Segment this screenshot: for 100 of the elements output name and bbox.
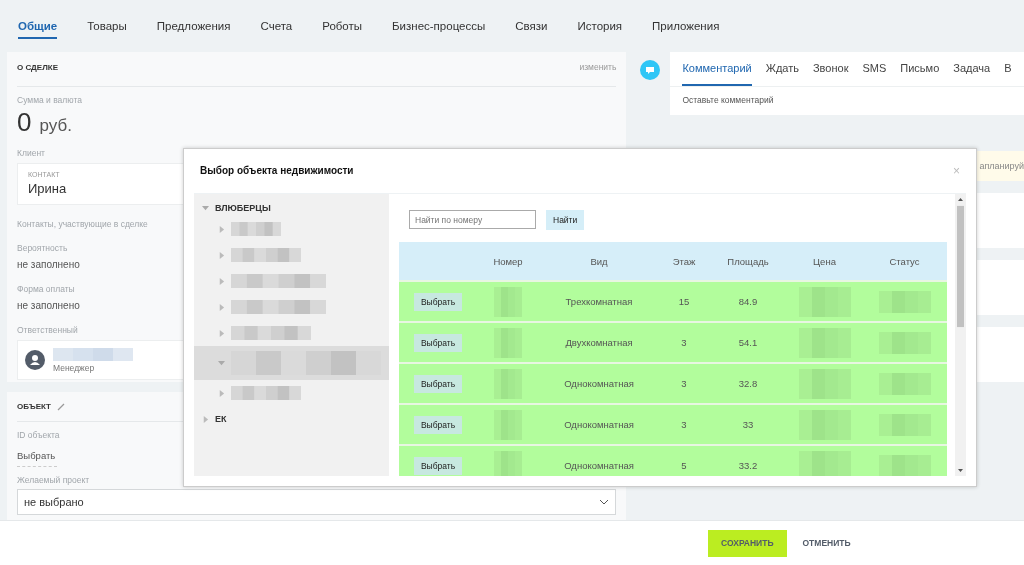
search-field[interactable]: Найти по номеру: [409, 210, 536, 229]
chevron-down-icon: [599, 499, 610, 505]
find-button[interactable]: Найти: [546, 210, 585, 230]
user-avatar-icon: [25, 350, 45, 370]
pixelated-block: [878, 331, 931, 354]
amount: 0: [17, 107, 32, 138]
table-cell: 15: [659, 280, 709, 321]
table-cell: 3: [659, 403, 709, 444]
tab[interactable]: Звонок: [812, 52, 849, 86]
collapse-arrow-icon[interactable]: [202, 204, 209, 212]
collapse-arrow-icon[interactable]: [218, 359, 225, 367]
column-header: Этаж: [659, 242, 709, 280]
field-label: Клиент: [17, 148, 45, 158]
tab[interactable]: Бизнес-процессы: [392, 13, 486, 39]
pixelated-block: [878, 372, 931, 395]
pixelated-block: [231, 222, 281, 236]
selected-tree-row[interactable]: [194, 346, 389, 380]
expand-arrow-icon[interactable]: [218, 225, 225, 233]
field-label: Ответственный: [17, 325, 78, 335]
tab[interactable]: Задача: [953, 52, 991, 86]
table-cell: Двухкомнатная: [539, 321, 659, 362]
tab[interactable]: Ждать: [765, 52, 799, 86]
section-title: О СДЕЛКЕ: [17, 62, 58, 72]
tab[interactable]: Предложения: [156, 13, 231, 39]
tab[interactable]: Товары: [87, 13, 127, 39]
table-cell: 5: [659, 444, 709, 476]
field-label: ID объекта: [17, 430, 60, 440]
table-cell: 84.9: [709, 280, 787, 321]
pixelated-block: [231, 386, 301, 400]
select-button[interactable]: Выбрать: [413, 456, 463, 475]
column-header: Площадь: [709, 242, 787, 280]
expand-arrow-icon[interactable]: [218, 389, 225, 397]
tab[interactable]: Роботы: [322, 13, 363, 39]
pencil-icon[interactable]: [56, 402, 65, 411]
scrollbar[interactable]: [955, 194, 966, 476]
currency: руб.: [39, 116, 72, 136]
select-button[interactable]: Выбрать: [413, 333, 463, 352]
pixelated-block: [494, 450, 522, 476]
pixelated-block: [878, 454, 931, 476]
column-header: Статус: [862, 242, 947, 280]
tree-item[interactable]: ЕК: [215, 414, 227, 424]
select-link[interactable]: Выбрать: [17, 450, 57, 467]
tree-item[interactable]: ВЛЮБЕРЦЫ: [215, 203, 271, 213]
select-button[interactable]: Выбрать: [413, 374, 463, 393]
pixelated-block: [878, 290, 931, 313]
field-value: не заполнено: [17, 300, 80, 311]
table-cell: Трехкомнатная: [539, 280, 659, 321]
tab[interactable]: Письмо: [900, 52, 940, 86]
column-header: Вид: [539, 242, 659, 280]
tab[interactable]: Комментарий: [682, 52, 752, 86]
select-button[interactable]: Выбрать: [413, 415, 463, 434]
pixelated-block: [798, 286, 851, 317]
comment-icon: [640, 60, 661, 80]
tab[interactable]: История: [577, 13, 623, 39]
column-header: Цена: [787, 242, 862, 280]
pixelated-block: [798, 368, 851, 399]
tab[interactable]: SMS: [862, 52, 887, 86]
expand-arrow-icon[interactable]: [218, 251, 225, 259]
pixelated-block: [798, 409, 851, 440]
table-cell: Однокомнатная: [539, 362, 659, 403]
pixelated-block: [798, 450, 851, 476]
pixelated-block: [494, 368, 522, 399]
table-cell: 3: [659, 321, 709, 362]
dialog-title: Выбор объекта недвижимости: [200, 165, 354, 176]
pixelated-block: [798, 327, 851, 358]
tab[interactable]: Приложения: [652, 13, 720, 39]
expand-arrow-icon[interactable]: [202, 415, 209, 423]
pixelated-block: [494, 327, 522, 358]
field-label: Вероятность: [17, 243, 68, 253]
field-label: Форма оплаты: [17, 284, 75, 294]
pixelated-block: [494, 286, 522, 317]
tab[interactable]: В: [1004, 52, 1012, 86]
tab[interactable]: Общие: [18, 13, 58, 39]
field-label: Сумма и валюта: [17, 95, 82, 105]
pixelated-block: [494, 409, 522, 440]
comment-field[interactable]: Оставьте комментарий: [670, 87, 1024, 113]
tab[interactable]: Связи: [515, 13, 548, 39]
expand-arrow-icon[interactable]: [218, 277, 225, 285]
expand-arrow-icon[interactable]: [218, 303, 225, 311]
table-cell: 33.2: [709, 444, 787, 476]
table-cell: 54.1: [709, 321, 787, 362]
field-label: Контакты, участвующие в сделке: [17, 219, 148, 229]
table-cell: 3: [659, 362, 709, 403]
field-value: не заполнено: [17, 259, 80, 270]
pixelated-block: [231, 248, 301, 262]
field-label: Желаемый проект: [17, 475, 90, 485]
table-cell: Однокомнатная: [539, 403, 659, 444]
section-title: ОБЪЕКТ: [17, 402, 51, 411]
table-cell: 32.8: [709, 362, 787, 403]
column-header: Номер: [477, 242, 539, 280]
tab[interactable]: Счета: [260, 13, 293, 39]
pixelated-block: [878, 413, 931, 436]
cancel-button[interactable]: ОТМЕНИТЬ: [796, 537, 857, 549]
role-text: Менеджер: [53, 362, 96, 373]
expand-arrow-icon[interactable]: [218, 329, 225, 337]
save-button[interactable]: СОХРАНИТЬ: [708, 529, 787, 557]
select-button[interactable]: Выбрать: [413, 292, 463, 311]
table-cell: Однокомнатная: [539, 444, 659, 476]
notice-text: апланируй: [976, 151, 1024, 181]
project-select[interactable]: не выбрано: [17, 489, 617, 515]
